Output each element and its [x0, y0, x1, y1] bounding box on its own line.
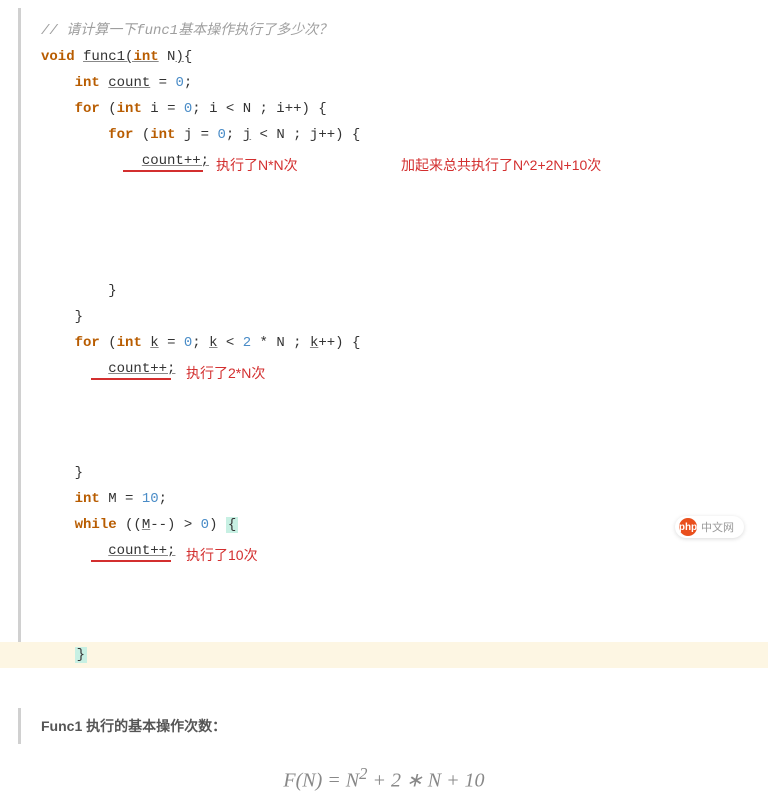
for-inner: for (int j = 0; j < N ; j++) { — [41, 122, 768, 148]
count-stmt1: count++; — [142, 153, 209, 169]
formula-left: F(N) = N — [283, 770, 359, 792]
var-k2: k — [209, 335, 217, 351]
kw-int3: int — [117, 101, 142, 117]
brace-close-inner: } — [41, 278, 768, 304]
code-block: // 请计算一下func1基本操作执行了多少次？ void func1(int … — [18, 8, 768, 668]
while-line: while ((M--) > 0) { — [41, 512, 768, 538]
num-0d: 0 — [201, 517, 209, 533]
formula-sup: 2 — [359, 764, 367, 783]
kw-int2: int — [75, 75, 100, 91]
logo-pill: php 中文网 — [675, 516, 744, 538]
brace-hl-open: { — [226, 517, 238, 533]
paren-close: ) — [175, 49, 183, 65]
summary-block: Func1 执行的基本操作次数： — [18, 708, 768, 744]
var-m: M = — [100, 491, 142, 507]
num-10: 10 — [142, 491, 159, 507]
for-k: for (int k = 0; k < 2 * N ; k++) { — [41, 330, 768, 356]
brace-close-while: } — [0, 642, 768, 668]
func-signature: void func1(int N){ — [41, 44, 768, 70]
count-decl: int count = 0; — [41, 70, 768, 96]
brace1: } — [108, 283, 116, 299]
kw-for2: for — [108, 127, 133, 143]
num-zero: 0 — [175, 75, 183, 91]
var-j: j — [243, 127, 251, 143]
m-decl: int M = 10; — [41, 486, 768, 512]
brace-hl-close: } — [75, 647, 87, 663]
inc-brace: ++) { — [318, 335, 360, 351]
mul-n: * N ; — [251, 335, 310, 351]
lt: < — [218, 335, 243, 351]
cond-j: < N ; j++) { — [251, 127, 360, 143]
formula: F(N) = N2 + 2 ∗ N + 10 — [0, 764, 768, 793]
kw-int4: int — [150, 127, 175, 143]
while-cond: --) > — [150, 517, 200, 533]
num-0b: 0 — [217, 127, 225, 143]
formula-right: + 2 ∗ N + 10 — [367, 770, 484, 792]
annotation-10: 执行了10次 — [186, 542, 258, 568]
kw-while: while — [75, 517, 117, 533]
count-stmt3: count++; — [108, 543, 175, 559]
kw-int: int — [133, 49, 158, 65]
count-stmt2: count++; — [108, 361, 175, 377]
eq2: = — [159, 335, 184, 351]
kw-int6: int — [75, 491, 100, 507]
summary-title: Func1 执行的基本操作次数： — [41, 718, 226, 734]
for-outer: for (int i = 0; i < N ; i++) { — [41, 96, 768, 122]
while-close: ) — [209, 517, 226, 533]
kw-void: void — [41, 49, 75, 65]
kw-int5: int — [117, 335, 142, 351]
logo-text: 中文网 — [701, 519, 734, 535]
red-underline-2 — [91, 378, 171, 380]
brace2: } — [75, 309, 83, 325]
annotation-2n: 执行了2*N次 — [186, 360, 265, 386]
eq: = — [150, 75, 175, 91]
num-2: 2 — [243, 335, 251, 351]
brace-close-k: } — [41, 460, 768, 486]
red-underline-1 — [123, 170, 203, 172]
annotation-nn: 执行了N*N次 — [216, 152, 298, 178]
while-open: (( — [117, 517, 142, 533]
var-count: count — [108, 75, 150, 91]
comment-text: // 请计算一下func1基本操作执行了多少次？ — [41, 23, 332, 39]
logo-wrap: php 中文网 — [675, 516, 744, 538]
comment-line: // 请计算一下func1基本操作执行了多少次？ — [41, 18, 768, 44]
kw-for: for — [75, 101, 100, 117]
count-inc-2: count++; 执行了2*N次 — [41, 356, 768, 460]
annotation-total: 加起来总共执行了N^2+2N+10次 — [401, 152, 601, 178]
brace3: } — [75, 465, 83, 481]
logo-circle: php — [679, 518, 697, 536]
semi2: ; — [192, 335, 209, 351]
red-underline-3 — [91, 560, 171, 562]
count-inc-3: count++; 执行了10次 — [41, 538, 768, 642]
var-k: k — [150, 335, 158, 351]
cond-i: ; i < N ; i++) { — [192, 101, 326, 117]
brace-close-outer: } — [41, 304, 768, 330]
param-n: N — [159, 49, 176, 65]
count-inc-1: count++; 执行了N*N次 加起来总共执行了N^2+2N+10次 — [41, 148, 768, 278]
semi1: ; — [226, 127, 243, 143]
func-name: func1 — [83, 49, 125, 65]
kw-for3: for — [75, 335, 100, 351]
var-m2: M — [142, 517, 150, 533]
